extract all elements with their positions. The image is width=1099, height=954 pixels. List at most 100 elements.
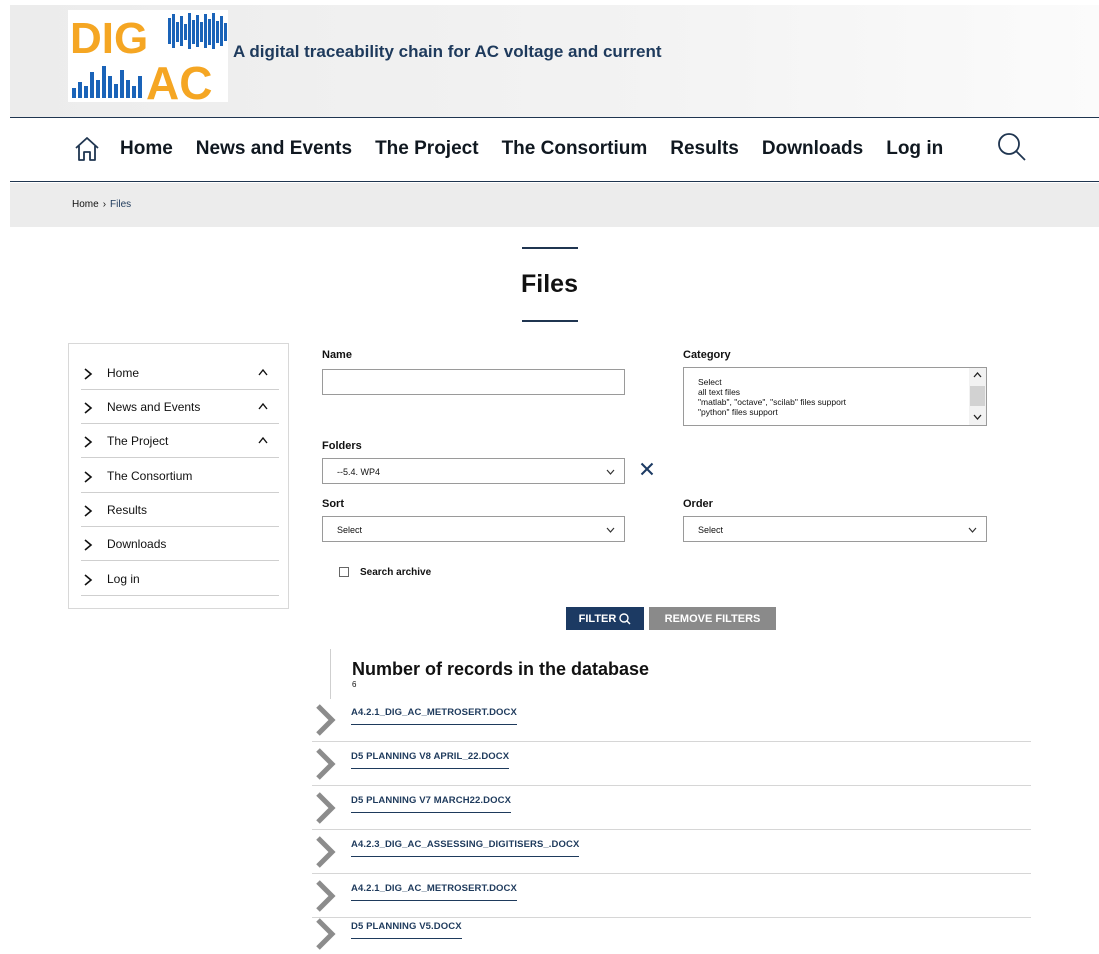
chevron-up-icon[interactable] <box>257 402 269 410</box>
breadcrumb-home[interactable]: Home <box>72 199 99 210</box>
name-label: Name <box>322 349 352 361</box>
chevron-right-icon <box>84 402 93 414</box>
file-row[interactable]: D5 PLANNING V5.DOCX <box>312 912 1031 954</box>
sidebar-item-label: Home <box>107 366 140 380</box>
chevron-right-icon <box>316 792 336 824</box>
nav-item-home[interactable]: Home <box>120 138 173 160</box>
file-link[interactable]: A4.2.1_DIG_AC_METROSERT.DOCX <box>351 883 517 901</box>
file-row[interactable]: A4.2.1_DIG_AC_METROSERT.DOCX <box>312 698 1031 742</box>
sidebar-item-label: Results <box>107 503 148 517</box>
home-icon[interactable] <box>74 136 100 162</box>
remove-filters-label: REMOVE FILTERS <box>664 612 761 625</box>
site-tagline: A digital traceability chain for AC volt… <box>233 42 662 61</box>
nav-item-results[interactable]: Results <box>670 138 739 160</box>
chevron-right-icon <box>84 505 93 517</box>
scrollbar-thumb[interactable] <box>970 386 985 406</box>
filter-button-label: FILTER <box>578 612 617 625</box>
chevron-right-icon <box>84 574 93 586</box>
category-option[interactable]: "python" files support <box>698 407 846 417</box>
name-input[interactable] <box>322 369 625 395</box>
category-scrollbar[interactable] <box>969 368 986 425</box>
sort-value: Select <box>337 525 363 535</box>
sidebar-item-log-in[interactable]: Log in <box>81 562 279 596</box>
file-link[interactable]: D5 PLANNING V8 APRIL_22.DOCX <box>351 751 510 769</box>
file-row[interactable]: A4.2.3_DIG_AC_ASSESSING_DIGITISERS_.DOCX <box>312 830 1031 874</box>
records-divider <box>330 649 331 699</box>
chevron-down-icon <box>968 527 977 533</box>
order-label: Order <box>683 498 713 510</box>
svg-text:AC: AC <box>146 57 212 102</box>
nav-item-the-consortium[interactable]: The Consortium <box>502 138 648 160</box>
category-label: Category <box>683 349 731 361</box>
chevron-down-icon <box>606 527 615 533</box>
nav-item-the-project[interactable]: The Project <box>375 138 478 160</box>
sidebar-item-label: The Consortium <box>107 469 193 483</box>
sort-label: Sort <box>322 498 344 510</box>
breadcrumb-current: Files <box>110 199 132 210</box>
chevron-down-icon <box>606 469 615 475</box>
search-icon <box>619 612 631 624</box>
sidebar-item-the-consortium[interactable]: The Consortium <box>81 459 279 493</box>
nav-links: Home News and Events The Project The Con… <box>120 138 966 160</box>
order-select[interactable]: Select <box>683 516 987 542</box>
sidebar-item-the-project[interactable]: The Project <box>81 424 279 458</box>
records-count: 6 <box>352 680 357 689</box>
chevron-right-icon <box>84 368 93 380</box>
sort-select[interactable]: Select <box>322 516 625 542</box>
filter-button[interactable]: FILTER <box>566 607 644 630</box>
chevron-down-icon[interactable] <box>973 414 982 420</box>
sidebar-item-home[interactable]: Home <box>81 356 279 390</box>
breadcrumb-separator: › <box>102 199 107 210</box>
chevron-right-icon <box>316 836 336 868</box>
nav-item-downloads[interactable]: Downloads <box>762 138 863 160</box>
chevron-right-icon <box>84 471 93 483</box>
category-option[interactable]: Select <box>698 377 846 387</box>
chevron-right-icon <box>316 748 336 780</box>
close-icon[interactable] <box>640 462 654 476</box>
folders-value: --5.4. WP4 <box>337 467 381 477</box>
chevron-right-icon <box>316 704 336 736</box>
order-value: Select <box>698 525 724 535</box>
category-option[interactable]: all text files <box>698 387 846 397</box>
folders-select[interactable]: --5.4. WP4 <box>322 458 625 484</box>
title-rule-top <box>522 247 578 249</box>
remove-filters-button[interactable]: REMOVE FILTERS <box>649 607 776 630</box>
nav-item-log-in[interactable]: Log in <box>886 138 943 160</box>
main-navigation: Home News and Events The Project The Con… <box>10 118 1099 182</box>
chevron-up-icon[interactable] <box>257 368 269 376</box>
sidebar-item-downloads[interactable]: Downloads <box>81 527 279 561</box>
sidebar-item-label: Downloads <box>107 537 167 551</box>
page-title: Files <box>521 270 578 298</box>
dig-ac-logo[interactable]: DIG AC <box>68 10 228 102</box>
file-link[interactable]: A4.2.3_DIG_AC_ASSESSING_DIGITISERS_.DOCX <box>351 839 580 857</box>
chevron-up-icon[interactable] <box>973 372 982 378</box>
chevron-right-icon <box>84 436 93 448</box>
breadcrumb-bar: Home › Files <box>10 183 1099 227</box>
title-rule-bottom <box>522 320 578 322</box>
category-listbox[interactable]: Select all text files "matlab", "octave"… <box>683 367 987 426</box>
folders-label: Folders <box>322 440 362 452</box>
file-row[interactable]: D5 PLANNING V8 APRIL_22.DOCX <box>312 742 1031 786</box>
site-header: DIG AC A digital traceability chain for … <box>10 5 1099 118</box>
chevron-right-icon <box>316 918 336 950</box>
chevron-right-icon <box>84 539 93 551</box>
search-archive-label: Search archive <box>360 567 432 578</box>
svg-text:DIG: DIG <box>70 14 148 63</box>
chevron-up-icon[interactable] <box>257 436 269 444</box>
file-link[interactable]: D5 PLANNING V7 MARCH22.DOCX <box>351 795 512 813</box>
file-link[interactable]: D5 PLANNING V5.DOCX <box>351 921 462 939</box>
file-link[interactable]: A4.2.1_DIG_AC_METROSERT.DOCX <box>351 707 517 725</box>
breadcrumb: Home › Files <box>72 199 131 210</box>
sidebar-item-label: Log in <box>107 572 140 586</box>
sidebar-item-results[interactable]: Results <box>81 493 279 527</box>
file-row[interactable]: D5 PLANNING V7 MARCH22.DOCX <box>312 786 1031 830</box>
records-title: Number of records in the database <box>352 659 650 679</box>
sidebar-item-news-and-events[interactable]: News and Events <box>81 390 279 424</box>
search-archive-checkbox[interactable] <box>339 567 349 577</box>
sidebar-item-label: The Project <box>107 434 169 448</box>
chevron-right-icon <box>316 880 336 912</box>
search-icon[interactable] <box>997 132 1027 162</box>
nav-item-news-and-events[interactable]: News and Events <box>196 138 352 160</box>
category-option[interactable]: "matlab", "octave", "scilab" files suppo… <box>698 397 846 407</box>
sidebar-item-label: News and Events <box>107 400 201 414</box>
